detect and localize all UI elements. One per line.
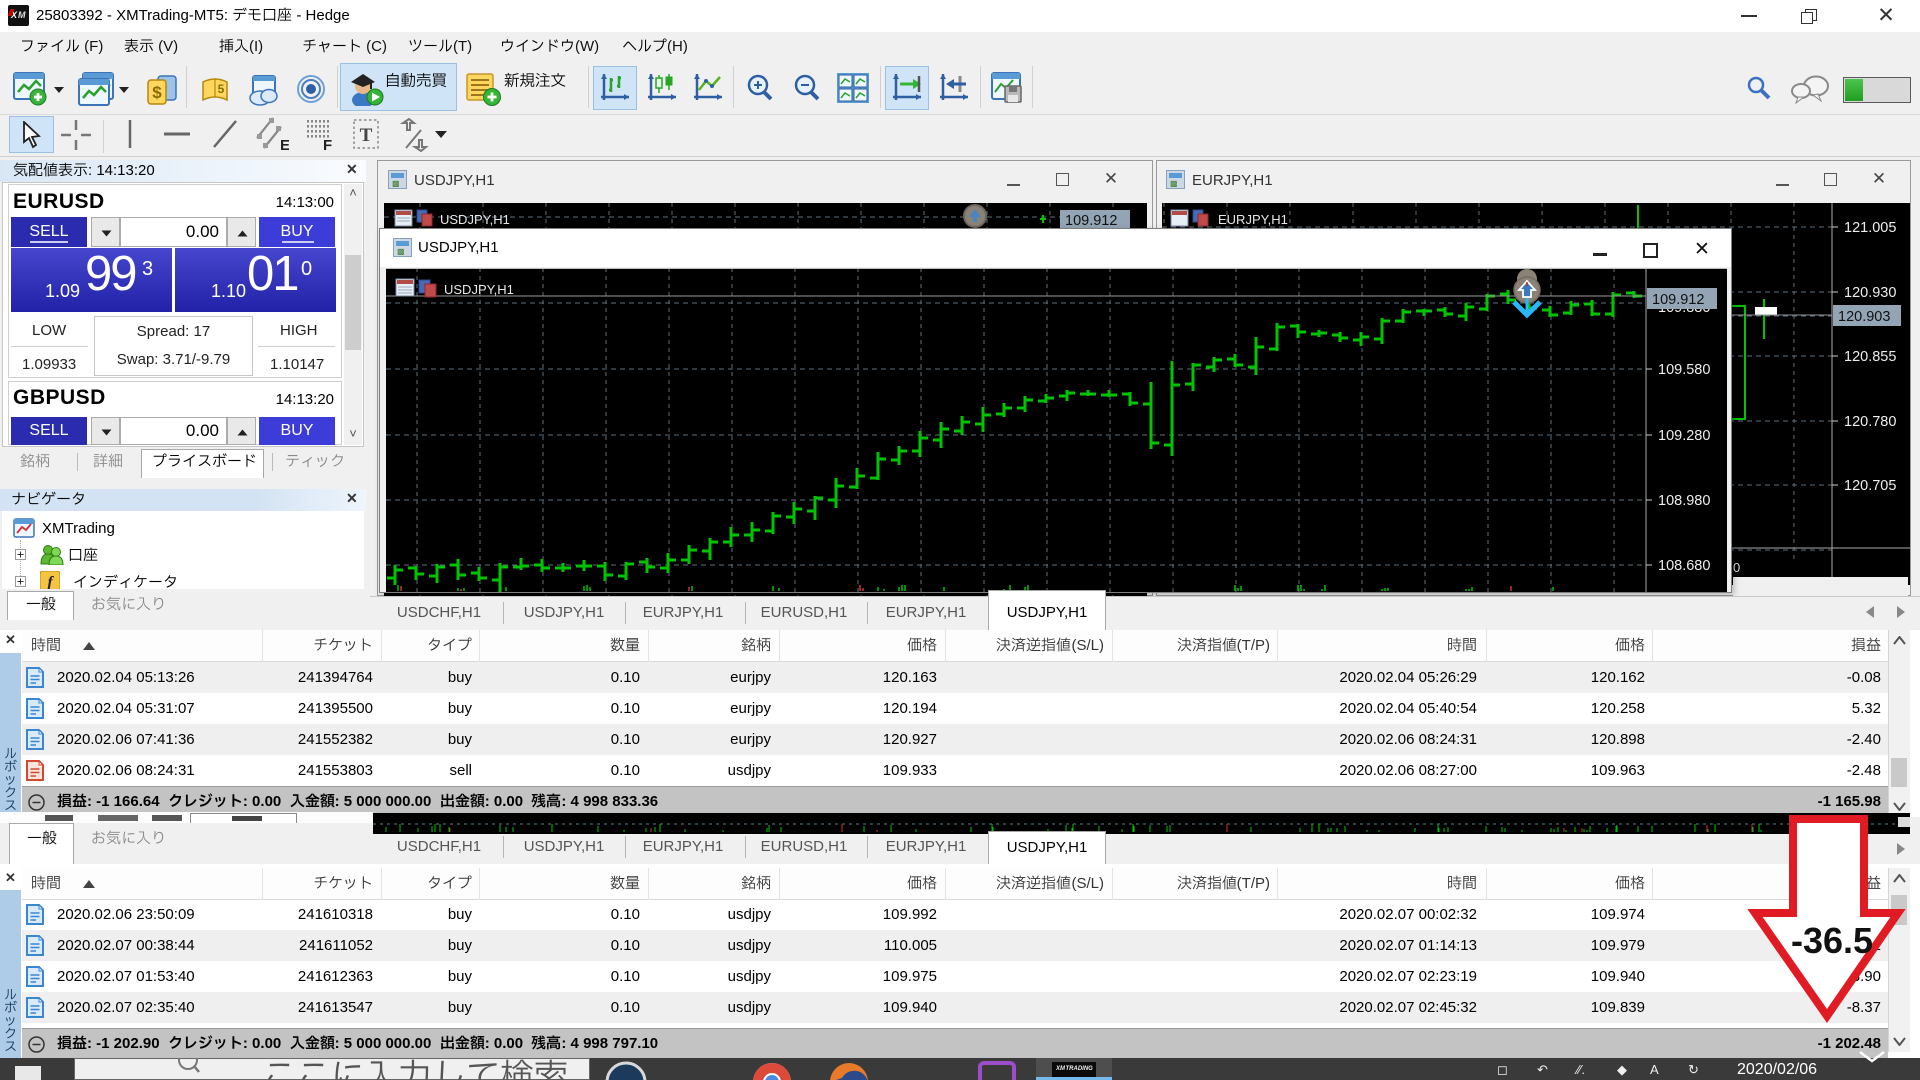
svg-text:109.912: 109.912 [1065, 213, 1117, 229]
svg-text:EURJPY,H1: EURJPY,H1 [1218, 212, 1288, 227]
svg-text:0: 0 [1733, 560, 1740, 575]
svg-text:120.705: 120.705 [1844, 478, 1896, 494]
svg-text:F: F [323, 137, 332, 152]
svg-text:108.680: 108.680 [1658, 558, 1710, 574]
svg-text:108.980: 108.980 [1658, 493, 1710, 509]
svg-text:120.903: 120.903 [1838, 309, 1890, 325]
svg-text:109.580: 109.580 [1658, 362, 1710, 378]
svg-text:109.912: 109.912 [1652, 292, 1704, 308]
svg-text:120.780: 120.780 [1844, 414, 1896, 430]
svg-text:5: 5 [218, 82, 225, 96]
svg-text:T: T [360, 125, 373, 146]
svg-text:120.855: 120.855 [1844, 349, 1896, 365]
svg-text:USDJPY,H1: USDJPY,H1 [444, 282, 514, 297]
svg-text:USDJPY,H1: USDJPY,H1 [440, 212, 510, 227]
svg-text:120.930: 120.930 [1844, 285, 1896, 301]
svg-text:$: $ [152, 83, 162, 102]
svg-text:109.280: 109.280 [1658, 428, 1710, 444]
svg-text:121.005: 121.005 [1844, 220, 1896, 236]
svg-text:E: E [280, 137, 289, 152]
